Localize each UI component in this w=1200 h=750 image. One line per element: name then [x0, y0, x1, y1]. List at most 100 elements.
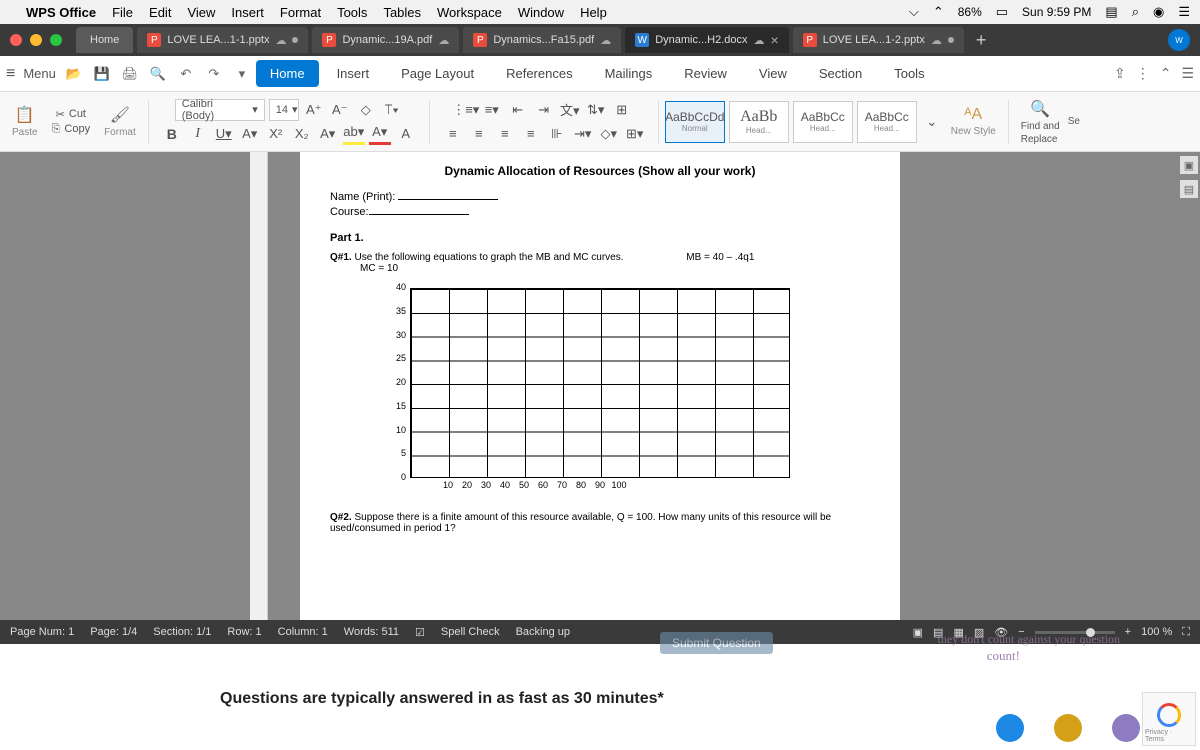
style-heading2[interactable]: AaBbCcHead...: [793, 101, 853, 143]
enclose-button[interactable]: A: [395, 123, 417, 145]
hamburger-icon[interactable]: ≡: [6, 65, 15, 83]
sidebar-toggle-icon[interactable]: ☰: [1181, 65, 1194, 82]
font-color-button[interactable]: A▾: [369, 123, 391, 145]
underline-button[interactable]: U▾: [213, 123, 235, 145]
vertical-ruler[interactable]: [250, 152, 268, 620]
text-direction-button[interactable]: 文▾: [559, 99, 581, 121]
font-size-select[interactable]: 14▾: [269, 99, 299, 121]
open-icon[interactable]: 📂: [64, 66, 84, 82]
zoom-in-button[interactable]: +: [1125, 626, 1131, 638]
wps-badge-icon[interactable]: W: [1168, 29, 1190, 51]
document-tab[interactable]: PDynamics...Fa15.pdf☁: [463, 27, 621, 53]
share-icon[interactable]: ⇪: [1114, 65, 1126, 82]
text-effects-button[interactable]: A▾: [317, 123, 339, 145]
tab-stops-button[interactable]: ⇥▾: [572, 123, 594, 145]
side-panel-icon[interactable]: ▣: [1180, 156, 1198, 174]
distribute-button[interactable]: ⊪: [546, 123, 568, 145]
strikethrough-button[interactable]: A▾: [239, 123, 261, 145]
paste-icon[interactable]: 📋: [15, 105, 35, 125]
clear-format-button[interactable]: ◇: [355, 99, 377, 121]
more-icon[interactable]: ⋮: [1136, 65, 1150, 82]
italic-button[interactable]: I: [187, 123, 209, 145]
styles-more-button[interactable]: ⌄: [921, 111, 943, 133]
battery-percent[interactable]: 86%: [958, 5, 982, 19]
ribbon-tab-mailings[interactable]: Mailings: [591, 60, 667, 87]
siri-icon[interactable]: ◉: [1153, 4, 1164, 20]
format-options-button[interactable]: ⟙▾: [381, 99, 403, 121]
bullet-list-button[interactable]: ⋮≡▾: [455, 99, 477, 121]
copy-label[interactable]: Copy: [64, 123, 90, 135]
dropdown-icon[interactable]: ▾: [232, 66, 252, 82]
spell-check-icon[interactable]: ☑: [415, 626, 425, 639]
menu-insert[interactable]: Insert: [231, 5, 264, 20]
shrink-font-button[interactable]: A⁻: [329, 99, 351, 121]
status-section[interactable]: Section: 1/1: [153, 626, 211, 638]
status-spell[interactable]: Spell Check: [441, 626, 500, 638]
decrease-indent-button[interactable]: ⇤: [507, 99, 529, 121]
style-normal[interactable]: AaBbCcDdNormal: [665, 101, 725, 143]
style-heading3[interactable]: AaBbCcHead...: [857, 101, 917, 143]
minimize-window-button[interactable]: [30, 34, 42, 46]
new-tab-button[interactable]: +: [968, 30, 995, 51]
recaptcha-badge[interactable]: Privacy · Terms: [1142, 692, 1196, 746]
increase-indent-button[interactable]: ⇥: [533, 99, 555, 121]
ribbon-tab-view[interactable]: View: [745, 60, 801, 87]
menu-workspace[interactable]: Workspace: [437, 5, 502, 20]
clock[interactable]: Sun 9:59 PM: [1022, 5, 1091, 19]
close-tab-icon[interactable]: ×: [771, 32, 779, 48]
document-page[interactable]: Dynamic Allocation of Resources (Show al…: [300, 152, 900, 620]
notification-icon[interactable]: ☰: [1178, 4, 1190, 20]
align-left-button[interactable]: ≡: [442, 123, 464, 145]
menu-format[interactable]: Format: [280, 5, 321, 20]
building-icon[interactable]: [1112, 714, 1140, 742]
search-icon[interactable]: ⌕: [1132, 4, 1139, 20]
shading-button[interactable]: ◇▾: [598, 123, 620, 145]
fullscreen-icon[interactable]: ⛶: [1182, 626, 1190, 639]
document-tab-active[interactable]: WDynamic...H2.docx☁×: [625, 27, 789, 53]
menu-view[interactable]: View: [187, 5, 215, 20]
line-spacing-button[interactable]: ⇅▾: [585, 99, 607, 121]
flag-icon[interactable]: ▤: [1105, 4, 1117, 20]
globe-icon[interactable]: [996, 714, 1024, 742]
show-marks-button[interactable]: ⊞: [611, 99, 633, 121]
find-label[interactable]: Find and: [1021, 121, 1060, 132]
ribbon-tab-home[interactable]: Home: [256, 60, 319, 87]
cut-icon[interactable]: ✂: [56, 108, 65, 121]
justify-button[interactable]: ≡: [520, 123, 542, 145]
copy-icon[interactable]: ⎘: [52, 123, 61, 136]
status-words[interactable]: Words: 511: [344, 626, 399, 638]
replace-label[interactable]: Replace: [1021, 134, 1060, 145]
menu-edit[interactable]: Edit: [149, 5, 171, 20]
home-tab[interactable]: Home: [76, 27, 133, 53]
ribbon-tab-references[interactable]: References: [492, 60, 586, 87]
view-print-icon[interactable]: ▣: [913, 626, 923, 639]
battery-icon[interactable]: ▭: [996, 4, 1008, 20]
superscript-button[interactable]: X²: [265, 123, 287, 145]
undo-icon[interactable]: ↶: [176, 66, 196, 82]
ribbon-tab-pagelayout[interactable]: Page Layout: [387, 60, 488, 87]
collapse-ribbon-icon[interactable]: ⌃: [1160, 65, 1172, 82]
wifi-icon[interactable]: ⌃: [933, 4, 944, 20]
app-name[interactable]: WPS Office: [26, 5, 96, 20]
grow-font-button[interactable]: A⁺: [303, 99, 325, 121]
zoom-percent[interactable]: 100 %: [1141, 626, 1172, 638]
select-label[interactable]: Se: [1068, 116, 1080, 127]
save-icon[interactable]: 💾: [92, 66, 112, 82]
status-column[interactable]: Column: 1: [278, 626, 328, 638]
document-tab[interactable]: PLOVE LEA...1-2.pptx☁: [793, 27, 964, 53]
document-tab[interactable]: PDynamic...19A.pdf☁: [312, 27, 459, 53]
bold-button[interactable]: B: [161, 123, 183, 145]
print-icon[interactable]: 🖨: [120, 66, 140, 82]
ribbon-tab-section[interactable]: Section: [805, 60, 876, 87]
side-panel-icon[interactable]: ▤: [1180, 180, 1198, 198]
find-icon[interactable]: 🔍: [1030, 99, 1050, 119]
cut-label[interactable]: Cut: [69, 108, 86, 120]
align-center-button[interactable]: ≡: [468, 123, 490, 145]
ribbon-tab-insert[interactable]: Insert: [323, 60, 384, 87]
ribbon-tab-tools[interactable]: Tools: [880, 60, 938, 87]
menu-tables[interactable]: Tables: [383, 5, 421, 20]
font-family-select[interactable]: Calibri (Body)▾: [175, 99, 265, 121]
align-right-button[interactable]: ≡: [494, 123, 516, 145]
highlight-button[interactable]: ab▾: [343, 123, 365, 145]
menu-tools[interactable]: Tools: [337, 5, 367, 20]
